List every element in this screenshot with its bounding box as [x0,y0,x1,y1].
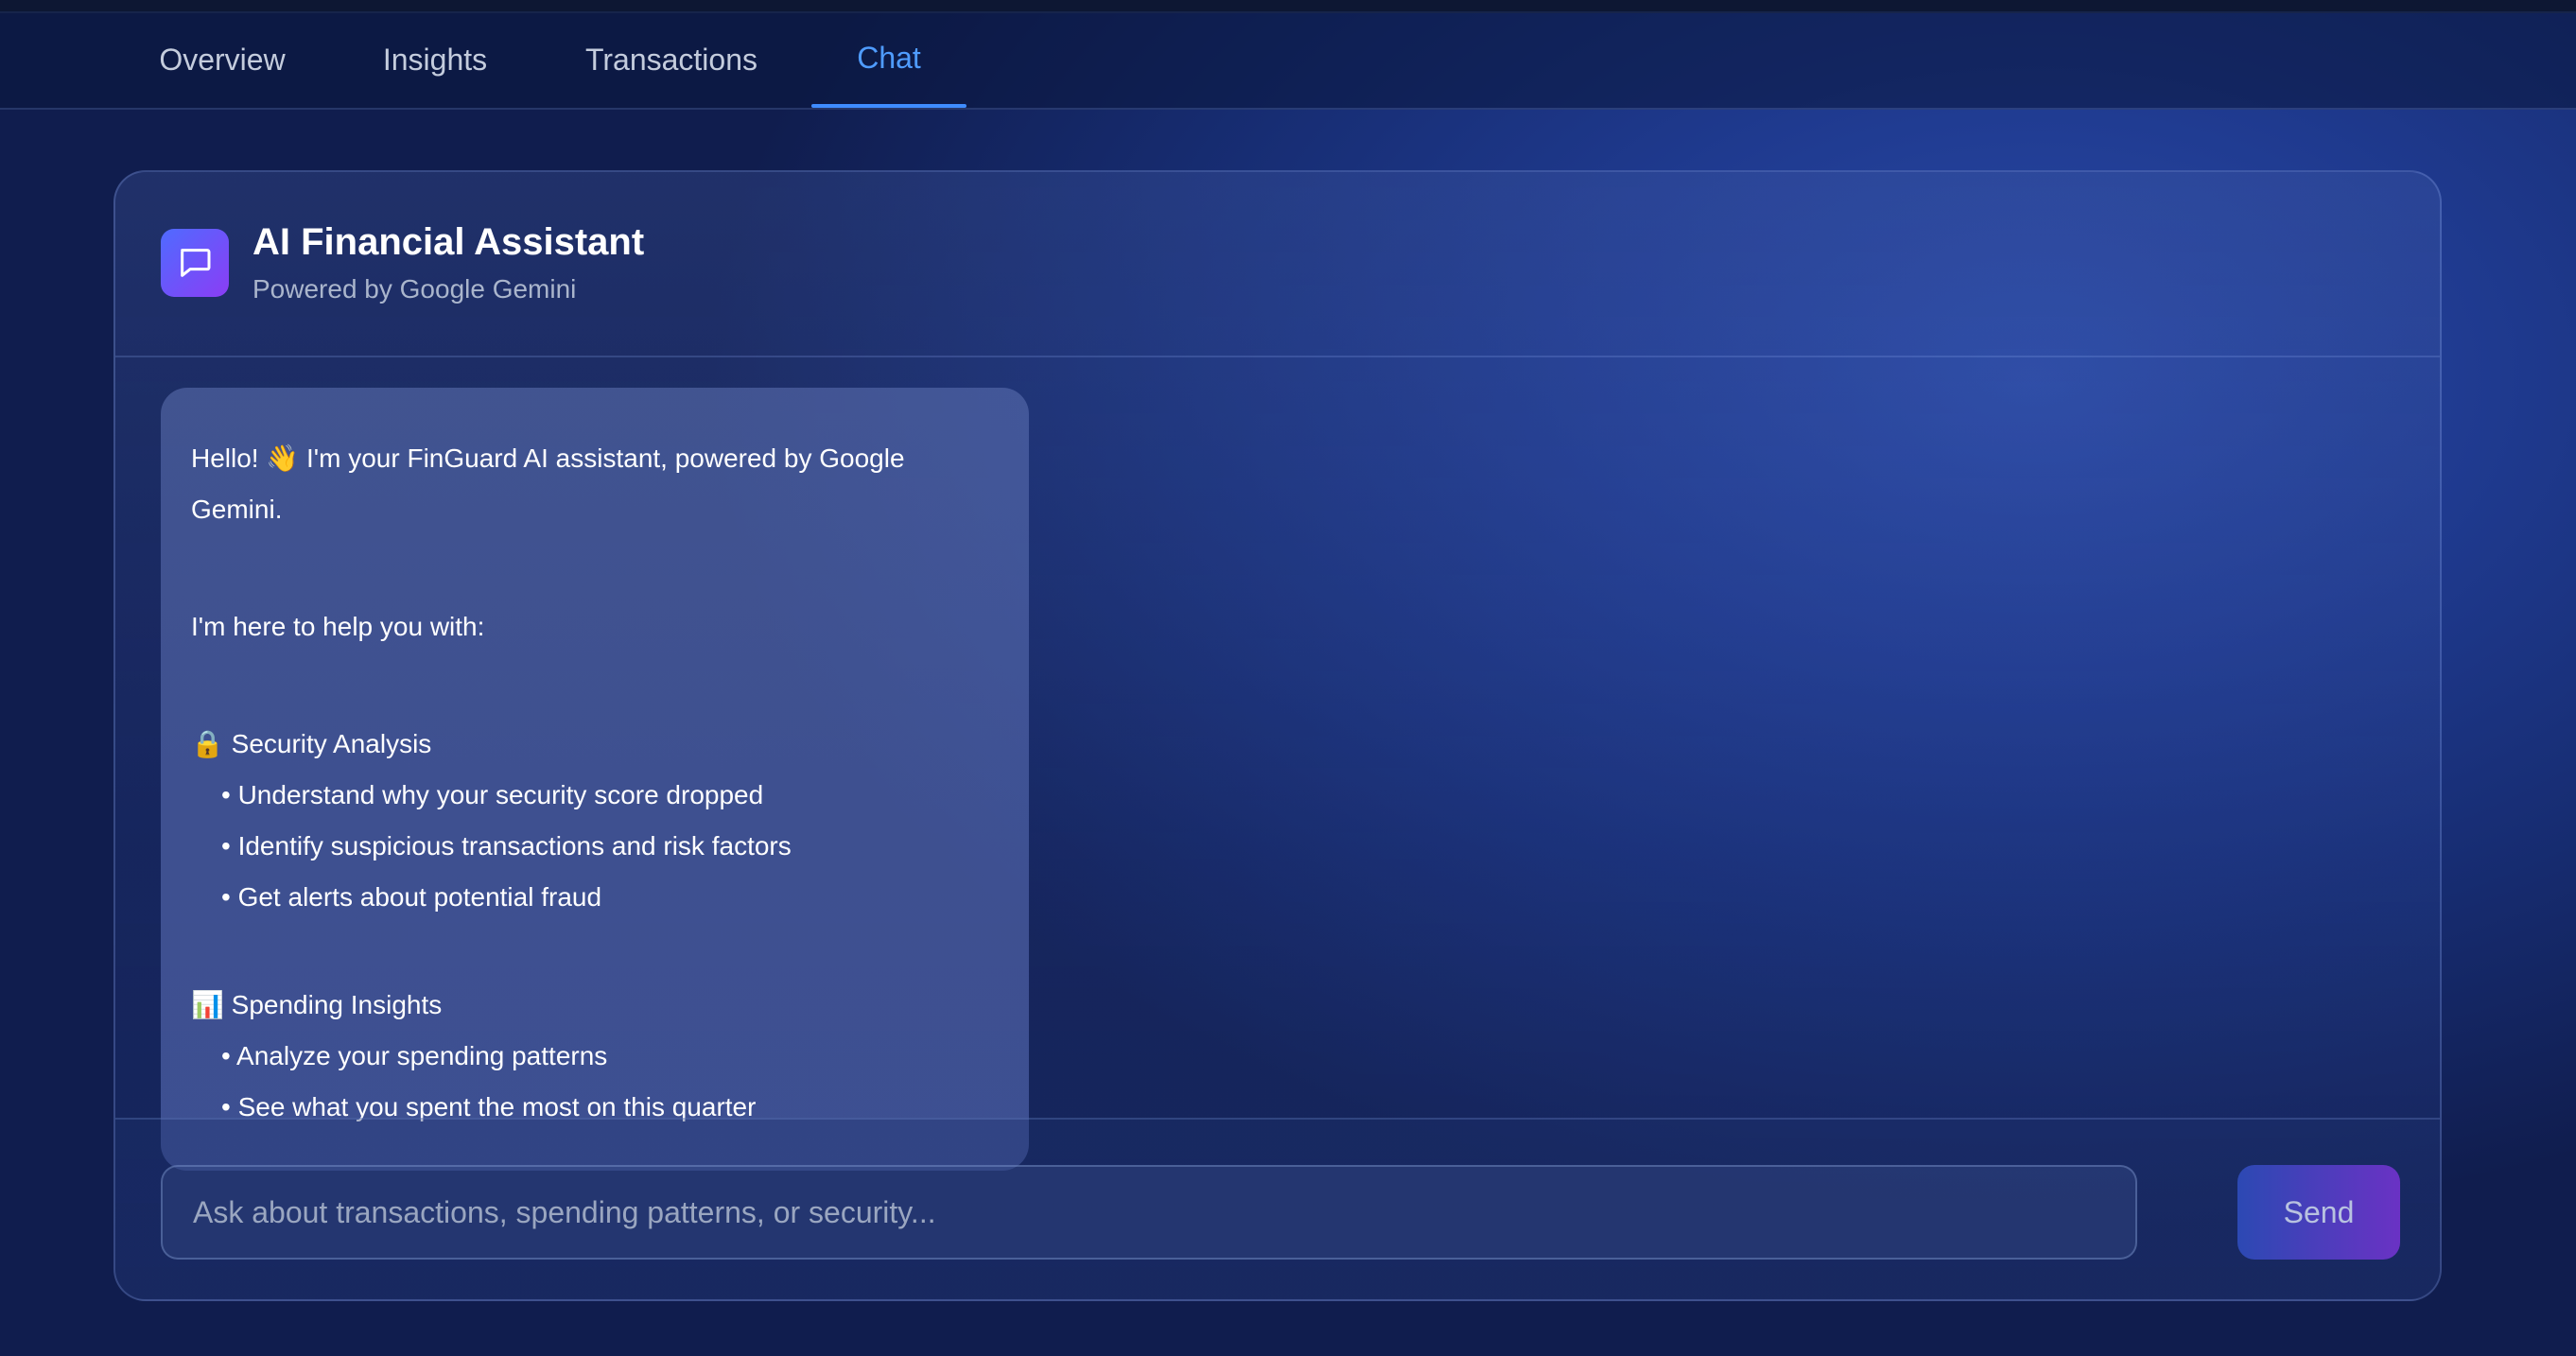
chat-panel: AI Financial Assistant Powered by Google… [113,170,2442,1301]
list-item: • Understand why your security score dro… [221,780,764,809]
message-intro: I'm here to help you with: [191,612,485,641]
send-button[interactable]: Send [2237,1165,2400,1260]
tab-chat[interactable]: Chat [811,9,966,108]
chat-bubble-icon [161,229,229,297]
list-item: • Identify suspicious transactions and r… [221,831,792,861]
tab-insights[interactable]: Insights [359,11,511,108]
assistant-subtitle: Powered by Google Gemini [252,274,577,304]
assistant-message: Hello! 👋 I'm your FinGuard AI assistant,… [161,388,1029,1171]
chat-input[interactable] [161,1165,2137,1260]
list-item: • Get alerts about potential fraud [221,882,602,912]
chat-composer: Send [115,1118,2440,1299]
section-heading-spending: 📊 Spending Insights [191,990,443,1019]
tab-overview[interactable]: Overview [132,11,312,108]
tab-transactions[interactable]: Transactions [567,11,775,108]
message-greeting: Hello! 👋 I'm your FinGuard AI assistant,… [191,443,905,524]
section-heading-security: 🔒 Security Analysis [191,729,432,758]
chat-header: AI Financial Assistant Powered by Google… [115,172,2440,357]
tab-bar: Overview Insights Transactions Chat [0,11,2576,110]
list-item: • Analyze your spending patterns [221,1041,608,1070]
assistant-title: AI Financial Assistant [252,221,645,263]
